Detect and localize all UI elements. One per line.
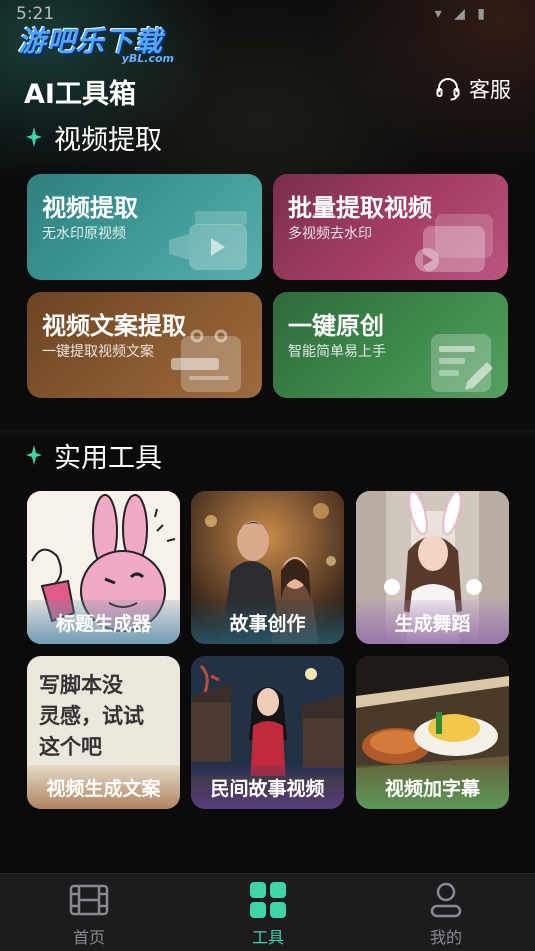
tool-label: 民间故事视频 <box>191 765 344 809</box>
tool-folk-story-video[interactable]: 民间故事视频 <box>191 656 344 809</box>
tab-label: 首页 <box>72 928 105 947</box>
card-video-extract[interactable]: 视频提取 无水印原视频 <box>27 174 262 280</box>
tool-label: 视频生成文案 <box>27 765 180 809</box>
tool-title-generator[interactable]: 标题生成器 <box>27 491 180 644</box>
grid-icon <box>250 882 286 918</box>
page-title: AI工具箱 <box>24 79 136 110</box>
customer-service-label: 客服 <box>469 78 511 102</box>
edit-document-icon <box>431 334 493 392</box>
header: AI工具箱 客服 <box>24 72 511 110</box>
tool-label: 标题生成器 <box>27 600 180 644</box>
card-copy-extract[interactable]: 视频文案提取 一键提取视频文案 <box>27 292 262 398</box>
document-icon <box>171 329 241 392</box>
card-subtitle: 多视频去水印 <box>288 226 372 242</box>
tool-video-add-subtitles[interactable]: 视频加字幕 <box>356 656 509 809</box>
video-stack-icon <box>415 214 493 272</box>
card-subtitle: 智能简单易上手 <box>288 344 386 360</box>
tool-label: 故事创作 <box>191 600 344 644</box>
card-title: 一键原创 <box>288 312 384 340</box>
card-batch-extract[interactable]: 批量提取视频 多视频去水印 <box>273 174 508 280</box>
tab-label: 工具 <box>251 928 284 947</box>
section-title-video-extract: 视频提取 <box>26 121 162 156</box>
card-subtitle: 无水印原视频 <box>42 226 126 242</box>
card-subtitle: 一键提取视频文案 <box>42 344 154 360</box>
customer-service-button[interactable]: 客服 <box>435 75 511 103</box>
art-line: 这个吧 <box>39 735 102 759</box>
sparkle-icon <box>26 127 42 147</box>
tab-tools[interactable]: 工具 <box>208 874 328 951</box>
tool-label: 视频加字幕 <box>356 765 509 809</box>
tool-story-creation[interactable]: 故事创作 <box>191 491 344 644</box>
section-title-text: 视频提取 <box>54 124 162 156</box>
tab-home[interactable]: 首页 <box>29 874 149 951</box>
tab-mine[interactable]: 我的 <box>386 874 506 951</box>
tool-art-text: 写脚本没 灵感，试试 这个吧 <box>39 670 144 763</box>
status-icons: ▾ ◢ ▮ <box>434 6 489 22</box>
video-camera-icon <box>169 211 247 270</box>
tool-video-generate-copy[interactable]: 写脚本没 灵感，试试 这个吧 视频生成文案 <box>27 656 180 809</box>
section-title-tools: 实用工具 <box>26 439 162 474</box>
watermark-logo: 游吧乐下载 yBL.com <box>18 20 188 68</box>
art-line: 灵感，试试 <box>39 704 144 728</box>
tool-generate-dance[interactable]: 生成舞蹈 <box>356 491 509 644</box>
user-icon <box>430 882 462 918</box>
section-title-text: 实用工具 <box>54 442 162 474</box>
art-line: 写脚本没 <box>39 673 123 697</box>
tab-label: 我的 <box>429 928 462 947</box>
sparkle-icon <box>26 445 42 465</box>
card-one-click-original[interactable]: 一键原创 智能简单易上手 <box>273 292 508 398</box>
bottom-tab-bar: 首页 工具 我的 <box>0 873 535 951</box>
tool-label: 生成舞蹈 <box>356 600 509 644</box>
watermark-sub: yBL.com <box>121 52 174 65</box>
film-icon <box>69 884 109 916</box>
card-title: 视频提取 <box>42 194 138 222</box>
headset-icon <box>436 78 460 101</box>
